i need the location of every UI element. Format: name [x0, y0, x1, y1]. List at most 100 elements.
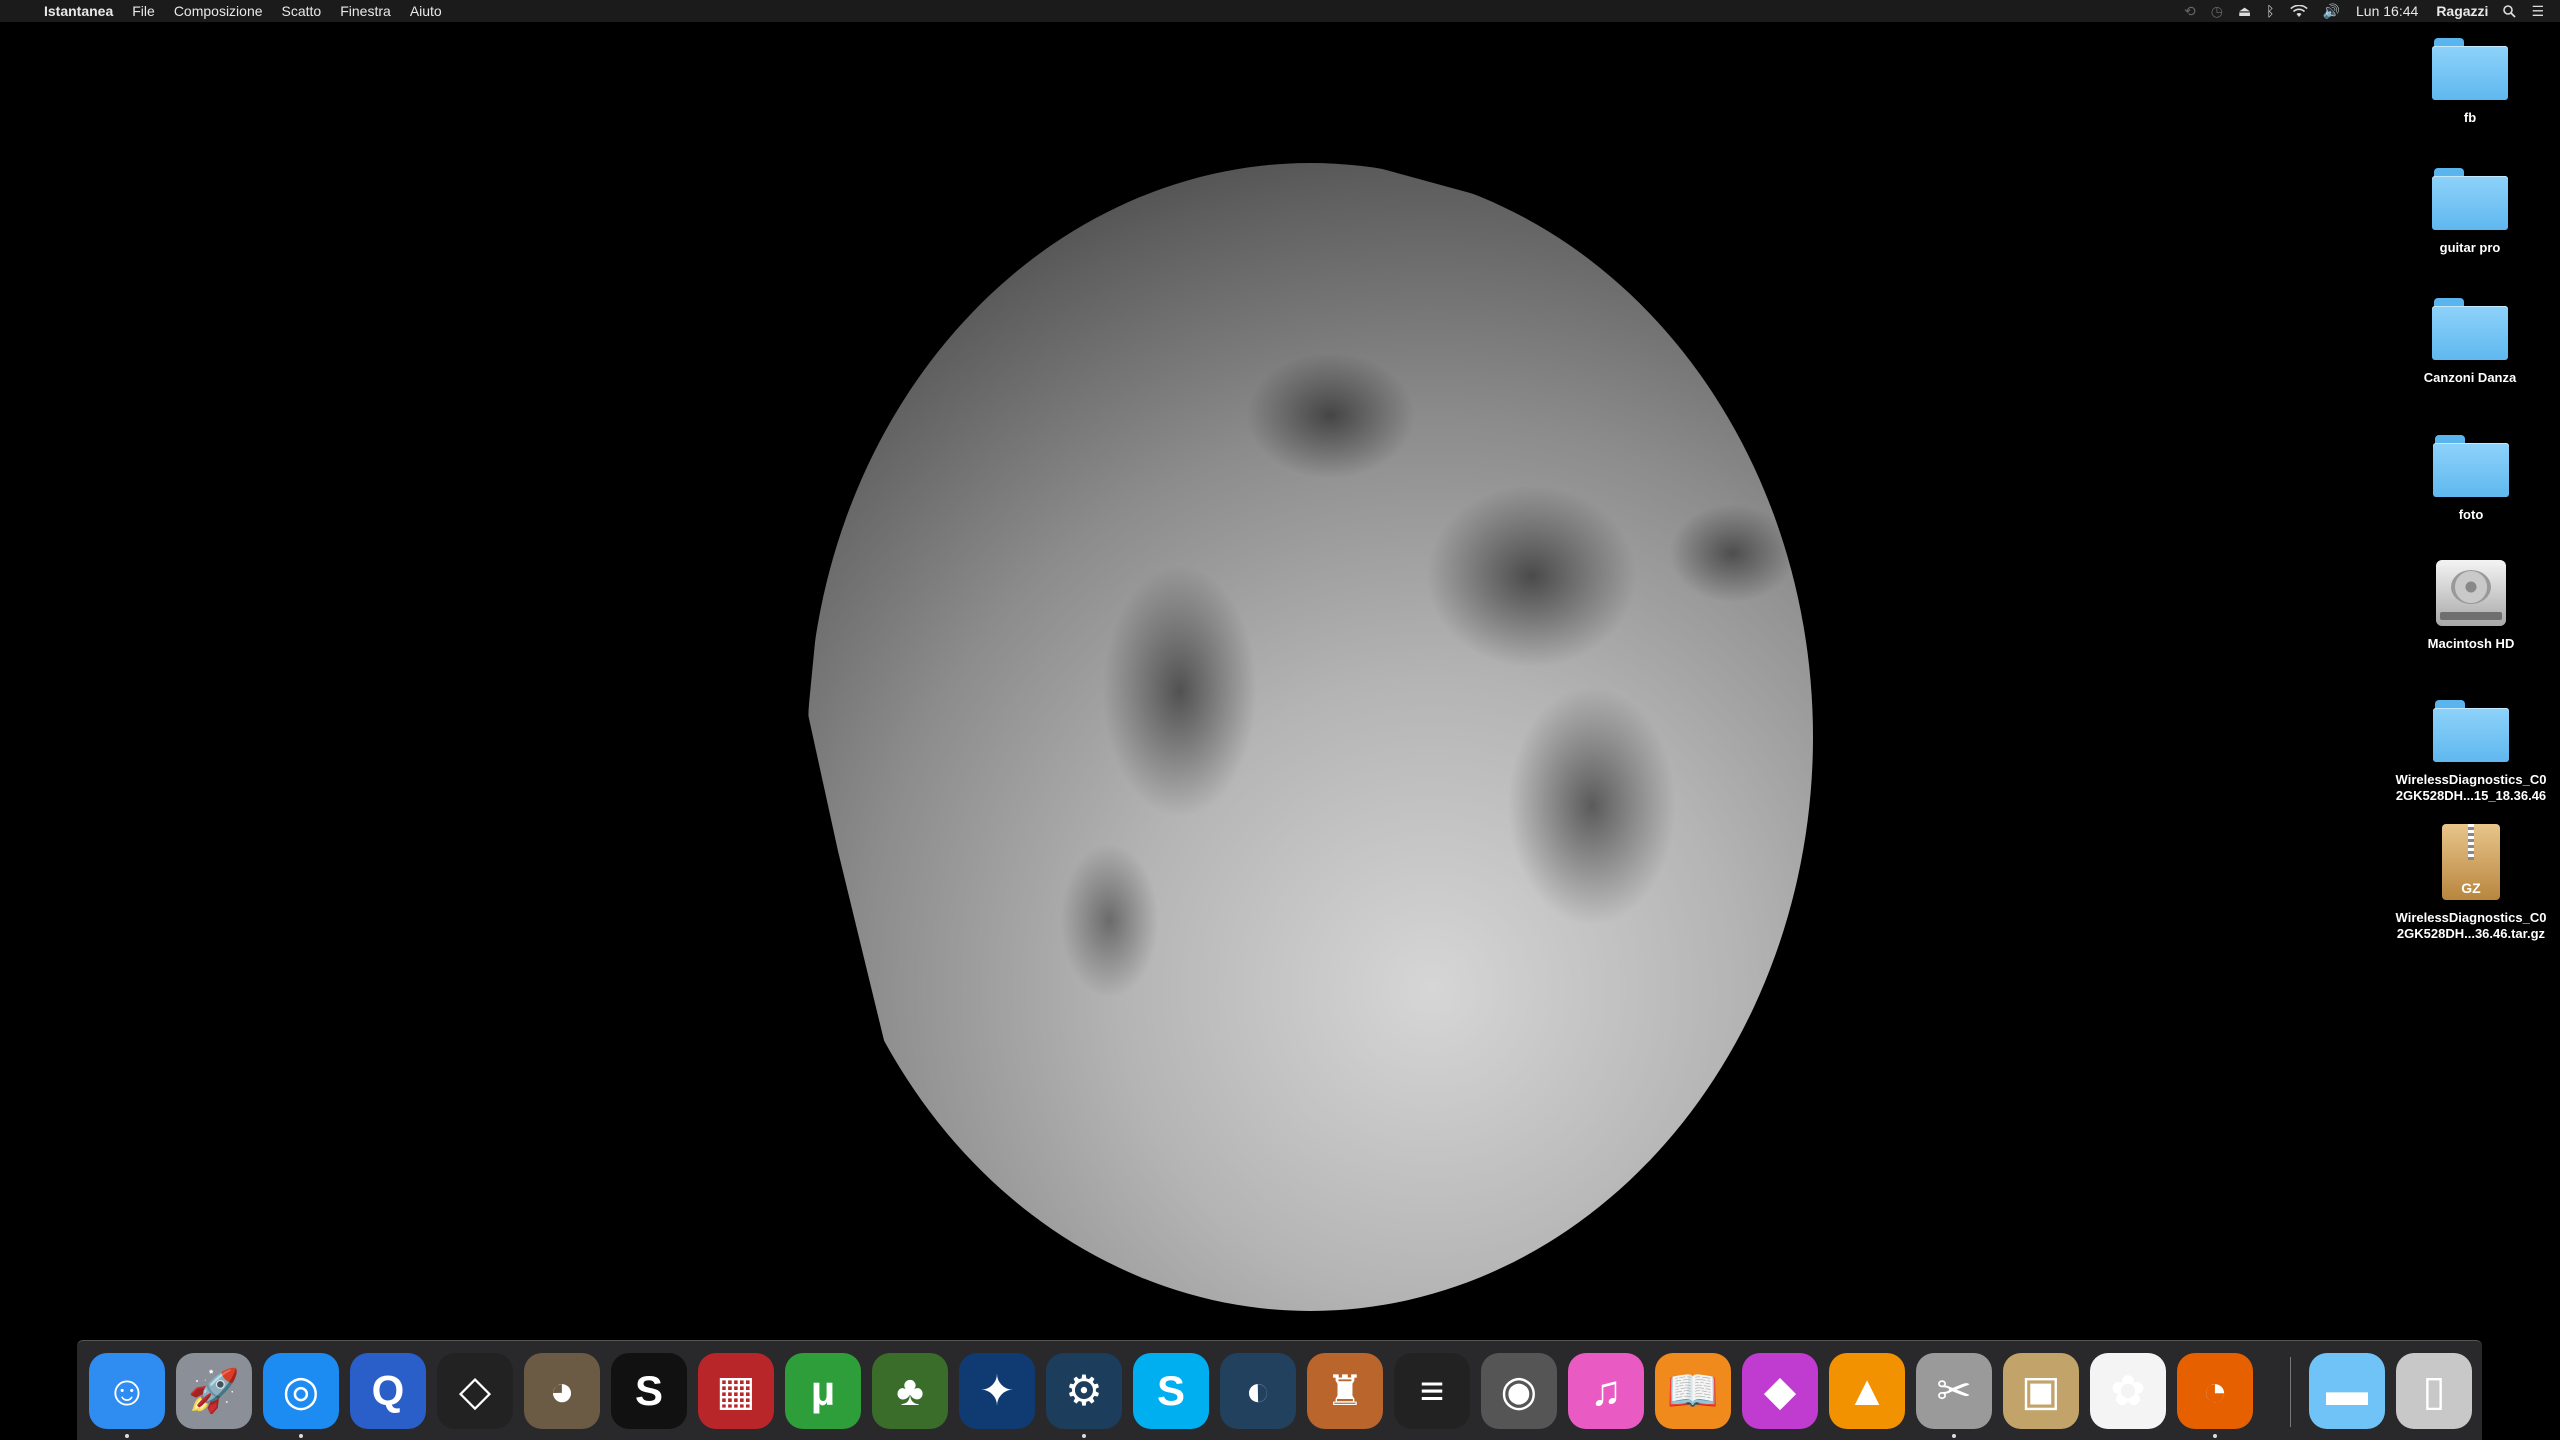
gimp-icon[interactable]: ◕ — [524, 1353, 600, 1429]
folder-icon — [2432, 298, 2508, 360]
preview-icon[interactable]: ▣ — [2003, 1353, 2079, 1429]
teamspeak-glyph: ◐ — [1245, 1367, 1271, 1414]
menu-aiuto[interactable]: Aiuto — [410, 3, 442, 19]
battle-net-glyph: ✦ — [979, 1367, 1015, 1414]
disk-utility-icon[interactable]: ◉ — [1481, 1353, 1557, 1429]
eject-icon[interactable]: ⏏ — [2238, 3, 2251, 20]
dock: ☺ 🚀 ◎ Q ◇ ◕ S ▦ µ ♣ ✦ ⚙ S ◐ ♜ ≡ ◉ ♫ 📖 ◆ ▲ ✂ ▣ ✿ ◔ ▬ ▯ — [77, 1340, 2482, 1440]
ibooks-glyph: 📖 — [1666, 1367, 1720, 1414]
running-indicator — [2213, 1434, 2217, 1438]
menu-scatto[interactable]: Scatto — [282, 3, 322, 19]
skype-glyph: S — [1156, 1367, 1185, 1414]
menu-app-name[interactable]: Istantanea — [44, 3, 113, 19]
gimp-glyph: ◕ — [549, 1367, 575, 1414]
skype-icon[interactable]: S — [1133, 1353, 1209, 1429]
sync-status-icon[interactable]: ⟲ — [2184, 3, 2196, 20]
desktop-icon-label: guitar pro — [2439, 240, 2501, 255]
game-badge-icon[interactable]: ♜ — [1307, 1353, 1383, 1429]
unity-icon[interactable]: ◇ — [437, 1353, 513, 1429]
photo-booth-glyph: ▦ — [716, 1367, 756, 1414]
running-indicator — [1082, 1434, 1086, 1438]
folder-icon — [2432, 38, 2508, 100]
menubar-user[interactable]: Ragazzi — [2436, 3, 2488, 19]
trash-icon[interactable]: ▯ — [2396, 1353, 2472, 1429]
preview-glyph: ▣ — [2021, 1367, 2061, 1414]
firefox-icon[interactable]: ◔ — [2177, 1353, 2253, 1429]
itunes-icon[interactable]: ♫ — [1568, 1353, 1644, 1429]
folder-icon — [2433, 435, 2509, 497]
ibooks-icon[interactable]: 📖 — [1655, 1353, 1731, 1429]
steam-icon[interactable]: ⚙ — [1046, 1353, 1122, 1429]
folder-icon — [2432, 168, 2508, 230]
archive-badge: GZ — [2461, 880, 2481, 896]
downloads-folder-icon[interactable]: ▬ — [2309, 1353, 2385, 1429]
grab-scissors-glyph: ✂ — [1936, 1367, 1972, 1414]
desktop-icon-label: Canzoni Danza — [2423, 370, 2517, 385]
colorsync-glyph: ◆ — [1763, 1367, 1797, 1414]
photos-glyph: ✿ — [2110, 1367, 2146, 1414]
desktop-icon-label: Macintosh HD — [2427, 636, 2515, 651]
desktop-disk-macintosh-hd[interactable]: Macintosh HD — [2381, 560, 2560, 652]
downloads-folder-glyph: ▬ — [2326, 1367, 2368, 1414]
game-badge-glyph: ♜ — [1326, 1367, 1364, 1414]
desktop-icon-label: foto — [2458, 507, 2484, 522]
menu-bar: Istantanea File Composizione Scatto Fine… — [0, 0, 2560, 22]
terraria-tree-icon[interactable]: ♣ — [872, 1353, 948, 1429]
teamspeak-icon[interactable]: ◐ — [1220, 1353, 1296, 1429]
utorrent-icon[interactable]: µ — [785, 1353, 861, 1429]
colorsync-icon[interactable]: ◆ — [1742, 1353, 1818, 1429]
photos-icon[interactable]: ✿ — [2090, 1353, 2166, 1429]
desktop-folder-canzoni-danza[interactable]: Canzoni Danza — [2380, 298, 2560, 386]
finder-glyph: ☺ — [105, 1367, 149, 1414]
terraria-tree-glyph: ♣ — [896, 1367, 924, 1414]
launchpad-icon[interactable]: 🚀 — [176, 1353, 252, 1429]
disk-utility-glyph: ◉ — [1500, 1367, 1538, 1414]
time-machine-icon[interactable]: ◷ — [2211, 3, 2223, 20]
dock-separator — [2290, 1357, 2291, 1427]
battle-net-icon[interactable]: ✦ — [959, 1353, 1035, 1429]
elgato-glyph: ≡ — [1419, 1367, 1445, 1414]
firefox-glyph: ◔ — [2202, 1367, 2228, 1414]
elgato-icon[interactable]: ≡ — [1394, 1353, 1470, 1429]
quicktime-glyph: Q — [371, 1367, 405, 1414]
hard-disk-icon — [2436, 560, 2506, 626]
finder-icon[interactable]: ☺ — [89, 1353, 165, 1429]
grab-scissors-icon[interactable]: ✂ — [1916, 1353, 1992, 1429]
quicktime-icon[interactable]: Q — [350, 1353, 426, 1429]
itunes-glyph: ♫ — [1590, 1367, 1622, 1414]
spotlight-s-icon[interactable]: S — [611, 1353, 687, 1429]
wallpaper-moon — [808, 163, 1813, 1311]
desktop-folder-guitar-pro[interactable]: guitar pro — [2380, 168, 2560, 256]
desktop-icon-label: fb — [2463, 110, 2477, 125]
desktop-folder-foto[interactable]: foto — [2381, 435, 2560, 523]
trash-glyph: ▯ — [2422, 1367, 2446, 1414]
running-indicator — [299, 1434, 303, 1438]
gz-archive-icon: GZ — [2442, 824, 2500, 900]
desktop-icon-label: WirelessDiagnostics_C0 2GK528DH...36.46.… — [2395, 910, 2547, 941]
safari-icon[interactable]: ◎ — [263, 1353, 339, 1429]
launchpad-glyph: 🚀 — [187, 1367, 241, 1414]
desktop-folder-wireless-diagnostics[interactable]: WirelessDiagnostics_C0 2GK528DH...15_18.… — [2381, 700, 2560, 804]
steam-glyph: ⚙ — [1065, 1367, 1103, 1414]
menu-composizione[interactable]: Composizione — [174, 3, 263, 19]
folder-icon — [2433, 700, 2509, 762]
utorrent-glyph: µ — [810, 1367, 836, 1414]
wifi-icon[interactable] — [2289, 4, 2308, 18]
bluetooth-icon[interactable]: ᛒ — [2266, 3, 2274, 19]
menu-file[interactable]: File — [132, 3, 155, 19]
vlc-icon[interactable]: ▲ — [1829, 1353, 1905, 1429]
menu-finestra[interactable]: Finestra — [340, 3, 391, 19]
unity-glyph: ◇ — [458, 1367, 492, 1414]
spotlight-search-icon[interactable] — [2503, 4, 2517, 18]
vlc-glyph: ▲ — [1846, 1367, 1888, 1414]
desktop-icon-label: WirelessDiagnostics_C0 2GK528DH...15_18.… — [2395, 772, 2547, 803]
running-indicator — [125, 1434, 129, 1438]
safari-glyph: ◎ — [282, 1367, 320, 1414]
running-indicator — [1952, 1434, 1956, 1438]
notification-center-icon[interactable]: ☰ — [2531, 3, 2544, 20]
volume-icon[interactable]: 🔊 — [2323, 3, 2340, 20]
desktop-folder-fb[interactable]: fb — [2380, 38, 2560, 126]
menubar-clock[interactable]: Lun 16:44 — [2356, 3, 2418, 19]
photo-booth-icon[interactable]: ▦ — [698, 1353, 774, 1429]
desktop-archive-wireless-diagnostics[interactable]: GZ WirelessDiagnostics_C0 2GK528DH...36.… — [2381, 824, 2560, 942]
